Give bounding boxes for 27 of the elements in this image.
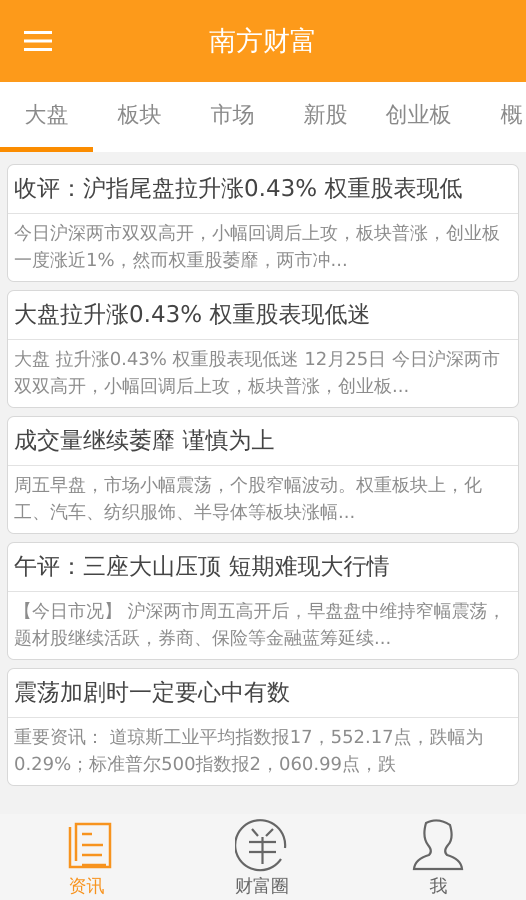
yuan-coin-icon (234, 819, 289, 873)
article-card[interactable]: 成交量继续萎靡 谨慎为上 周五早盘，市场小幅震荡，个股窄幅波动。权重板块上，化工、汽车、纺织服饰、半导体等板块涨幅... (7, 416, 519, 534)
nav-item[interactable]: 我 (402, 814, 474, 900)
article-summary: 大盘 拉升涨0.43% 权重股表现低迷 12月25日 今日沪深两市双双高开，小幅回调后上攻，板块普涨，创业板... (13, 348, 501, 399)
tab[interactable]: 大盘 (0, 82, 93, 152)
tab[interactable]: 板块 (93, 82, 186, 152)
article-card[interactable]: 大盘拉升涨0.43% 权重股表现低迷 大盘 拉升涨0.43% 权重股表现低迷 12月25日 今日沪深两市双双高开，小幅回调后上攻，板块普涨，创业板... (7, 290, 519, 408)
menu-icon (24, 30, 52, 52)
article-summary: 周五早盘，市场小幅震荡，个股窄幅波动。权重板块上，化工、汽车、纺织服饰、半导体等板块涨幅... (13, 474, 483, 525)
tab[interactable]: 市场 (186, 82, 279, 152)
article-summary: 重要资讯： 道琼斯工业平均指数报17，552.17点，跌幅为0.29%；标准普尔500指数报2，060.99点，跌 (13, 726, 485, 777)
article-title: 收评：沪指尾盘拉升涨0.43% 权重股表现低 (8, 165, 518, 214)
article-card[interactable]: 午评：三座大山压顶 短期难现大行情 【今日市况】 沪深两市周五高开后，早盘盘中维持窄幅震荡，题材股继续活跃，券商、保险等金融蓝筹延续... (7, 542, 519, 660)
app-title: 南方财富 (209, 25, 317, 59)
article-summary: 【今日市况】 沪深两市周五高开后，早盘盘中维持窄幅震荡，题材股继续活跃，券商、保险等金融蓝筹延续... (13, 600, 507, 651)
article-title: 成交量继续萎靡 谨慎为上 (8, 417, 518, 466)
article-title: 午评：三座大山压顶 短期难现大行情 (8, 543, 518, 592)
person-icon (412, 819, 464, 873)
tab[interactable]: 新股 (279, 82, 372, 152)
article-card[interactable]: 震荡加剧时一定要心中有数 重要资讯： 道琼斯工业平均指数报17，552.17点，跌幅为0.29%；标准普尔500指数报2，060.99点，跌 (7, 668, 519, 786)
article-title: 大盘拉升涨0.43% 权重股表现低迷 (8, 291, 518, 340)
nav-item[interactable]: 财富圈 (224, 814, 299, 900)
article-title: 震荡加剧时一定要心中有数 (8, 669, 518, 718)
tab[interactable]: 创业板 (372, 82, 465, 152)
tab[interactable]: 概 (465, 82, 526, 152)
article-card[interactable]: 收评：沪指尾盘拉升涨0.43% 权重股表现低 今日沪深两市双双高开，小幅回调后上攻，板块普涨，创业板一度涨近1%，然而权重股萎靡，两市冲... (7, 164, 519, 282)
article-summary: 今日沪深两市双双高开，小幅回调后上攻，板块普涨，创业板一度涨近1%，然而权重股萎靡，两市冲... (13, 222, 501, 273)
